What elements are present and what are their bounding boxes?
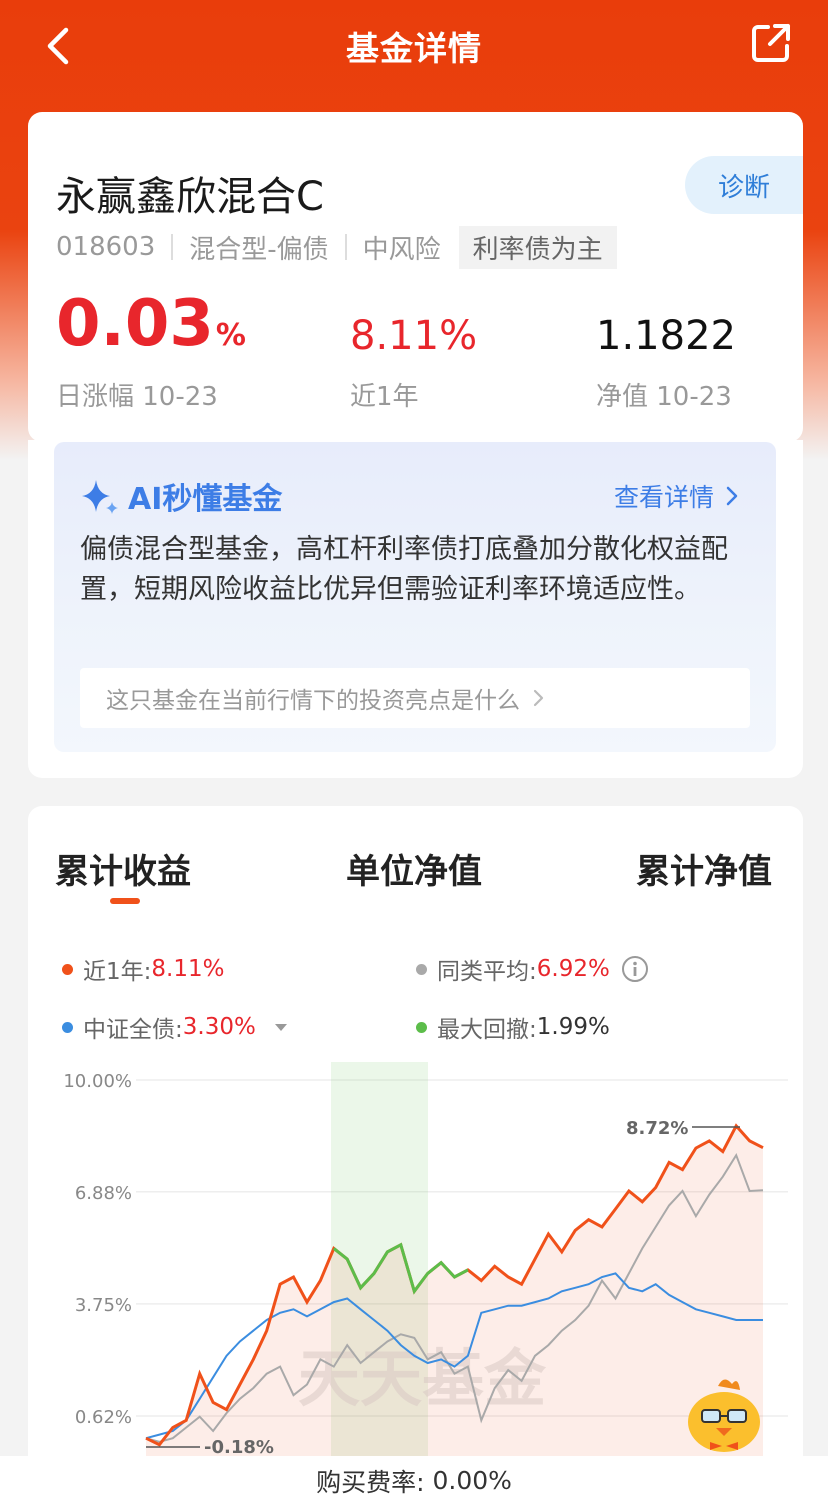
info-icon[interactable] xyxy=(620,954,650,984)
fund-risk: 中风险 xyxy=(362,234,441,265)
chevron-right-icon xyxy=(726,486,738,506)
caret-down-icon[interactable] xyxy=(272,1020,290,1034)
legend-index-value: 3.30% xyxy=(182,1014,256,1040)
legend-dot xyxy=(62,1021,73,1033)
y-tick-label: 6.88% xyxy=(75,1183,132,1204)
tab-cumulative-return[interactable]: 累计收益 xyxy=(55,844,191,893)
ai-details-link[interactable]: 查看详情 xyxy=(614,478,742,514)
fee-value: 0.00% xyxy=(432,1466,512,1495)
legend-average: 同类平均: 6.92% xyxy=(416,952,650,986)
nav-label: 净值 10-23 xyxy=(596,382,732,412)
nav-stat: 1.1822 净值 10-23 xyxy=(596,292,736,413)
fund-code: 018603 xyxy=(56,232,156,262)
legend-fund-label: 近1年: xyxy=(83,959,152,985)
legend-average-value: 6.92% xyxy=(536,956,610,982)
share-icon[interactable] xyxy=(750,22,792,64)
chevron-right-icon xyxy=(533,689,544,707)
nav-bar: 基金详情 xyxy=(0,0,828,92)
legend-drawdown-value: 1.99% xyxy=(536,1014,610,1040)
page-title: 基金详情 xyxy=(346,29,482,68)
back-arrow-icon[interactable] xyxy=(38,24,78,68)
tab-cumulative-nav[interactable]: 累计净值 xyxy=(636,844,772,893)
y-tick-label: 10.00% xyxy=(63,1071,132,1092)
fund-info-card: 永赢鑫欣混合C 诊断 018603 混合型-偏债 中风险 利率债为主 0.03%… xyxy=(28,112,803,442)
legend-fund-value: 8.11% xyxy=(151,956,225,982)
legend-dot xyxy=(416,963,427,975)
tab-unit-nav[interactable]: 单位净值 xyxy=(346,844,482,893)
legend-fund: 近1年: 8.11% xyxy=(62,952,224,986)
ai-question-text: 这只基金在当前行情下的投资亮点是什么 xyxy=(106,688,520,714)
year-return-label: 近1年 xyxy=(350,382,419,412)
year-return-value: 8.11% xyxy=(350,313,478,359)
ai-summary-text: 偏债混合型基金，高杠杆利率债打底叠加分散化权益配置，短期风险收益比优异但需验证利… xyxy=(80,534,728,605)
fund-tag: 利率债为主 xyxy=(458,225,617,269)
min-annotation: -0.18% xyxy=(204,1437,274,1458)
legend-dot xyxy=(416,1021,427,1033)
ai-header: AI秒懂基金 xyxy=(80,474,282,518)
fund-name: 永赢鑫欣混合C xyxy=(56,174,324,220)
daily-change-value: 0.03 xyxy=(56,287,214,361)
ai-question-button[interactable]: 这只基金在当前行情下的投资亮点是什么 xyxy=(80,668,750,728)
legend-dot xyxy=(62,963,73,975)
nav-value: 1.1822 xyxy=(596,313,736,359)
sparkle-icon xyxy=(82,480,118,514)
diagnose-button[interactable]: 诊断 xyxy=(685,156,803,214)
max-annotation: 8.72% xyxy=(626,1118,688,1139)
daily-change-stat: 0.03% 日涨幅 10-23 xyxy=(56,292,246,413)
fee-label: 购买费率: xyxy=(316,1467,425,1497)
legend-average-label: 同类平均: xyxy=(437,959,537,985)
divider xyxy=(171,234,174,260)
chart-y-ticks: 10.00% 6.88% 3.75% 0.62% xyxy=(63,1071,132,1428)
active-tab-indicator xyxy=(110,898,140,904)
y-tick-label: 0.62% xyxy=(75,1407,132,1428)
return-chart[interactable]: 10.00%6.88%3.75%0.62% 天天基金 8.72% -0.18% xyxy=(28,1062,803,1482)
legend-index: 中证全债: 3.30% xyxy=(62,1010,290,1044)
legend-index-label: 中证全债: xyxy=(83,1017,183,1043)
y-tick-label: 3.75% xyxy=(75,1295,132,1316)
divider xyxy=(344,234,347,260)
ai-box: AI秒懂基金 查看详情 偏债混合型基金，高杠杆利率债打底叠加分散化权益配置，短期… xyxy=(54,442,776,752)
daily-change-unit: % xyxy=(215,318,246,353)
fund-type: 混合型-偏债 xyxy=(189,234,329,265)
fund-meta-row: 018603 混合型-偏债 中风险 利率债为主 xyxy=(56,225,617,269)
ai-title: AI秒懂基金 xyxy=(128,482,283,517)
legend-drawdown: 最大回撤: 1.99% xyxy=(416,1010,610,1044)
ai-details-label: 查看详情 xyxy=(613,483,714,512)
legend-drawdown-label: 最大回撤: xyxy=(437,1017,537,1043)
daily-change-label: 日涨幅 10-23 xyxy=(56,382,218,412)
ai-summary-card: AI秒懂基金 查看详情 偏债混合型基金，高杠杆利率债打底叠加分散化权益配置，短期… xyxy=(28,440,803,778)
year-return-stat: 8.11% 近1年 xyxy=(350,292,477,413)
performance-card: 累计收益 单位净值 累计净值 近1年: 8.11% 同类平均: 6.92% 中证… xyxy=(28,806,803,1505)
fee-bar: 购买费率: 0.00% xyxy=(0,1456,828,1505)
